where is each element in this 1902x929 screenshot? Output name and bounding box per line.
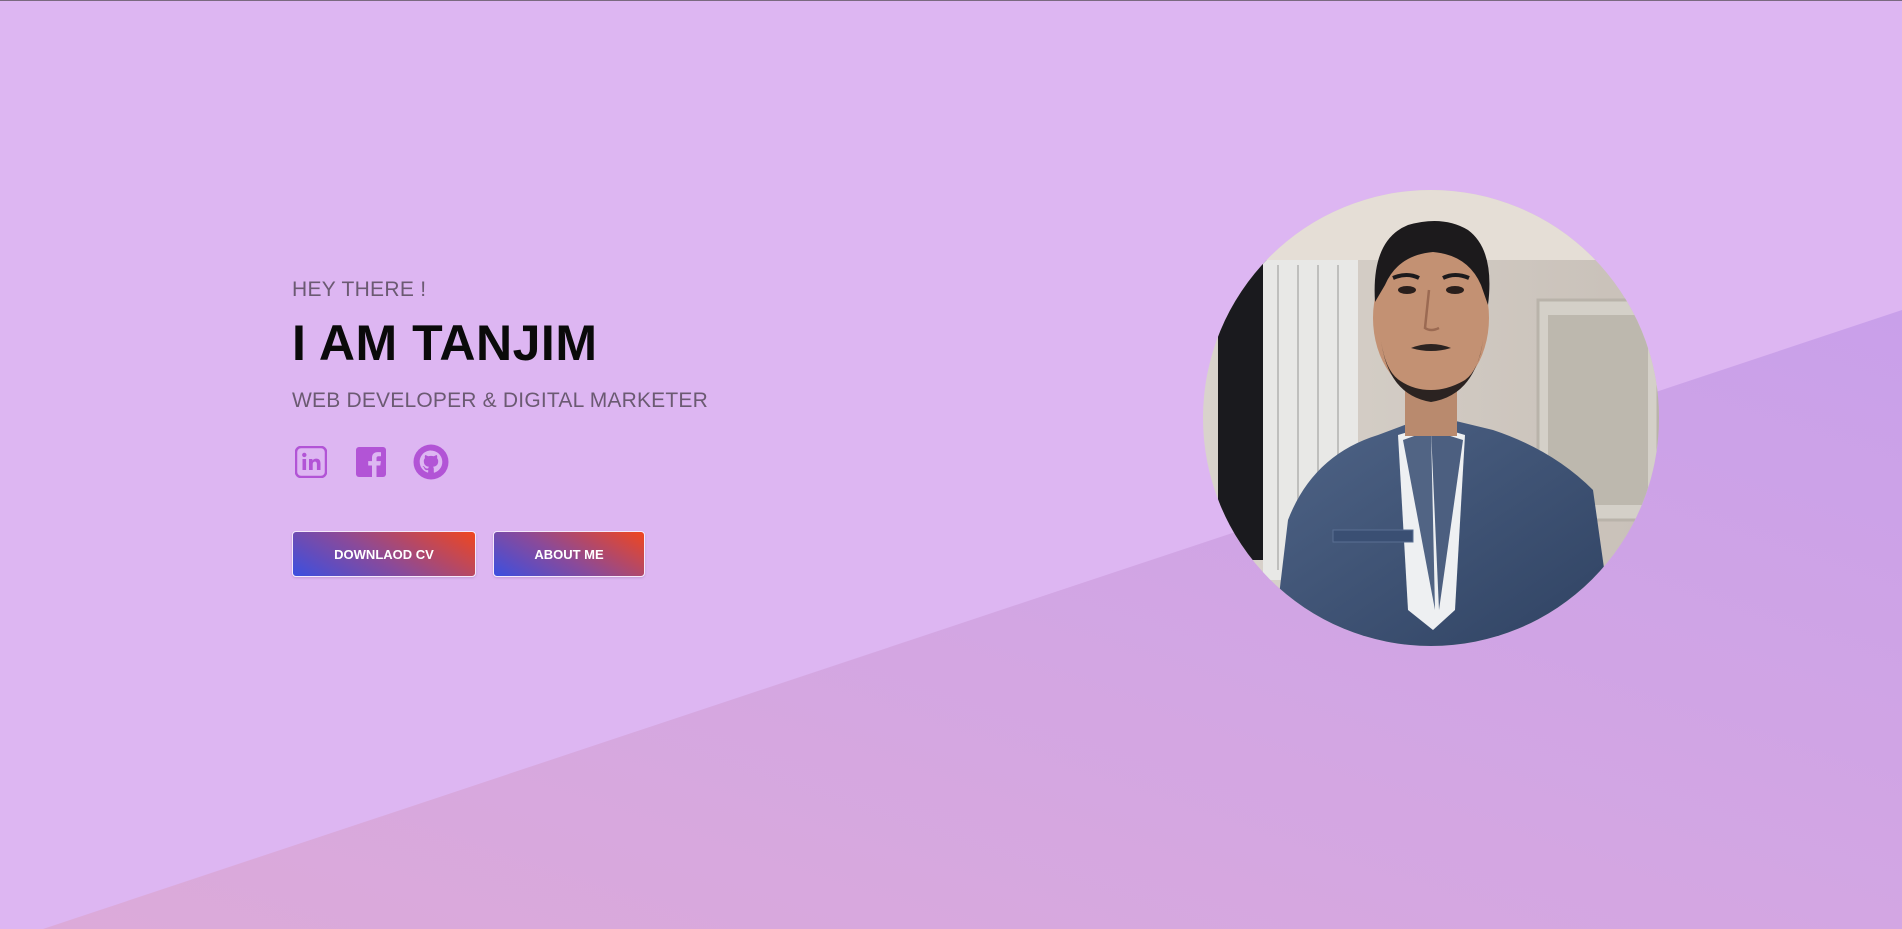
facebook-link[interactable] — [352, 443, 390, 481]
hero-intro: HEY THERE ! I AM TANJIM WEB DEVELOPER & … — [292, 277, 892, 577]
profile-photo-illustration — [1203, 190, 1659, 646]
linkedin-link[interactable] — [292, 443, 330, 481]
linkedin-icon — [295, 446, 327, 478]
profile-photo — [1203, 190, 1659, 646]
about-me-button[interactable]: ABOUT ME — [493, 531, 645, 577]
download-cv-button[interactable]: DOWNLAOD CV — [292, 531, 476, 577]
social-links — [292, 443, 892, 481]
github-icon — [413, 444, 449, 480]
role-subtitle: WEB DEVELOPER & DIGITAL MARKETER — [292, 389, 708, 412]
hero-actions: DOWNLAOD CV ABOUT ME — [292, 531, 892, 577]
facebook-icon — [356, 447, 386, 477]
github-link[interactable] — [412, 443, 450, 481]
greeting-text: HEY THERE ! — [292, 278, 427, 301]
hero-name-heading: I AM TANJIM — [292, 315, 598, 371]
hero-section: HEY THERE ! I AM TANJIM WEB DEVELOPER & … — [0, 0, 1902, 929]
